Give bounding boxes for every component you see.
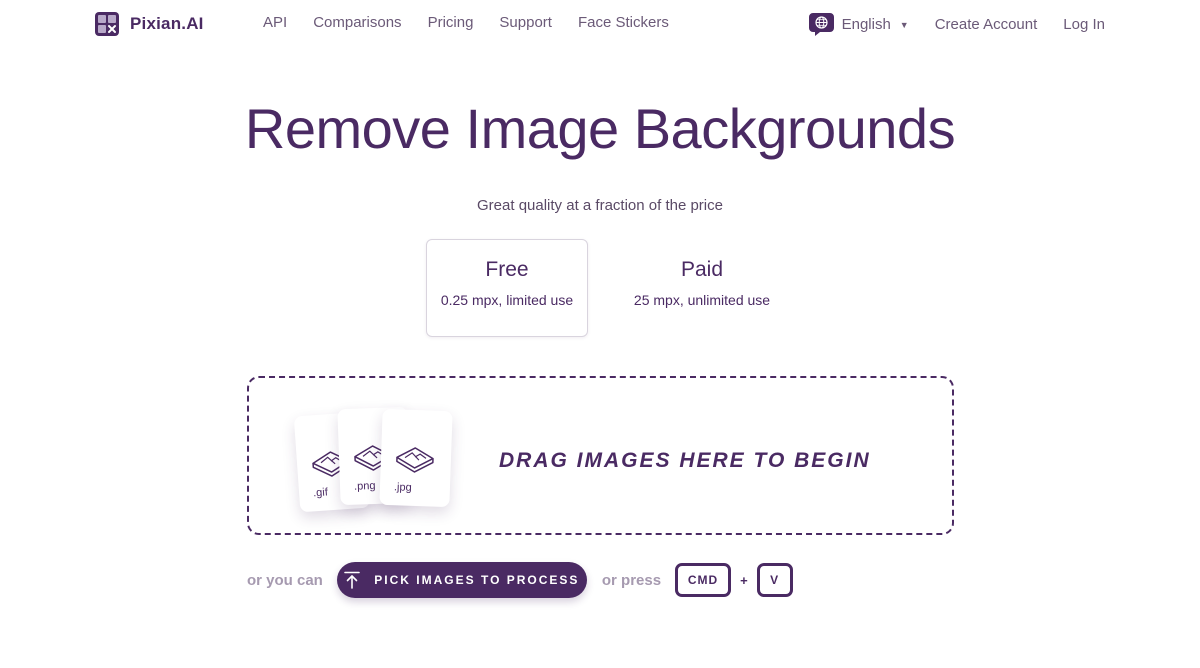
drop-zone-prompt: DRAG IMAGES HERE TO BEGIN	[499, 449, 871, 472]
nav-link-pricing[interactable]: Pricing	[428, 14, 474, 31]
page-title: Remove Image Backgrounds	[244, 97, 956, 160]
file-type-illustration: .gif .png .jpg	[293, 406, 467, 516]
nav-link-support[interactable]: Support	[499, 14, 552, 31]
pick-images-label: PICK IMAGES TO PROCESS	[374, 573, 580, 587]
nav-link-api[interactable]: API	[263, 14, 287, 31]
upload-arrow-icon	[344, 571, 361, 589]
language-label: English	[841, 16, 891, 33]
cmd-key: CMD	[675, 563, 732, 597]
nav-links: API Comparisons Pricing Support Face Sti…	[263, 14, 669, 31]
create-account-link[interactable]: Create Account	[935, 16, 1038, 33]
plan-description: 0.25 mpx, limited use	[440, 292, 574, 308]
caret-down-icon: ▼	[899, 19, 909, 30]
pixian-logo-icon	[95, 12, 119, 36]
v-key: V	[756, 563, 793, 597]
nav-link-face-stickers[interactable]: Face Stickers	[578, 14, 669, 31]
image-file-icon	[396, 447, 434, 473]
page-subtitle: Great quality at a fraction of the price	[477, 197, 723, 214]
file-extension-label: .png	[353, 479, 376, 493]
file-extension-label: .gif	[312, 486, 329, 500]
or-you-can-label: or you can	[247, 571, 323, 589]
top-navigation: Pixian.AI API Comparisons Pricing Suppor…	[0, 0, 1200, 46]
plan-name: Paid	[680, 258, 724, 281]
pick-images-button[interactable]: PICK IMAGES TO PROCESS	[336, 562, 587, 598]
file-card-jpg: .jpg	[379, 408, 453, 508]
plan-description: 25 mpx, unlimited use	[633, 292, 771, 308]
plan-option-paid[interactable]: Paid 25 mpx, unlimited use	[602, 239, 802, 337]
brand-name: Pixian.AI	[130, 14, 204, 33]
action-row: or you can PICK IMAGES TO PROCESS or pre…	[247, 562, 793, 598]
plan-option-free[interactable]: Free 0.25 mpx, limited use	[426, 239, 588, 337]
image-drop-zone[interactable]: .gif .png .jpg DRAG IMAGES HERE TO BEGIN	[247, 376, 954, 535]
file-extension-label: .jpg	[393, 481, 412, 494]
or-press-label: or press	[601, 571, 662, 589]
plan-selector: Free 0.25 mpx, limited use Paid 25 mpx, …	[426, 239, 802, 337]
language-selector[interactable]: English ▼	[808, 12, 909, 37]
nav-link-comparisons[interactable]: Comparisons	[313, 14, 401, 31]
log-in-link[interactable]: Log In	[1063, 16, 1105, 33]
globe-chat-icon	[808, 13, 834, 36]
brand-link[interactable]: Pixian.AI	[95, 12, 204, 36]
plan-name: Free	[485, 258, 529, 281]
plus-sign: +	[740, 572, 748, 588]
nav-right: English ▼ Create Account Log In	[808, 12, 1105, 37]
